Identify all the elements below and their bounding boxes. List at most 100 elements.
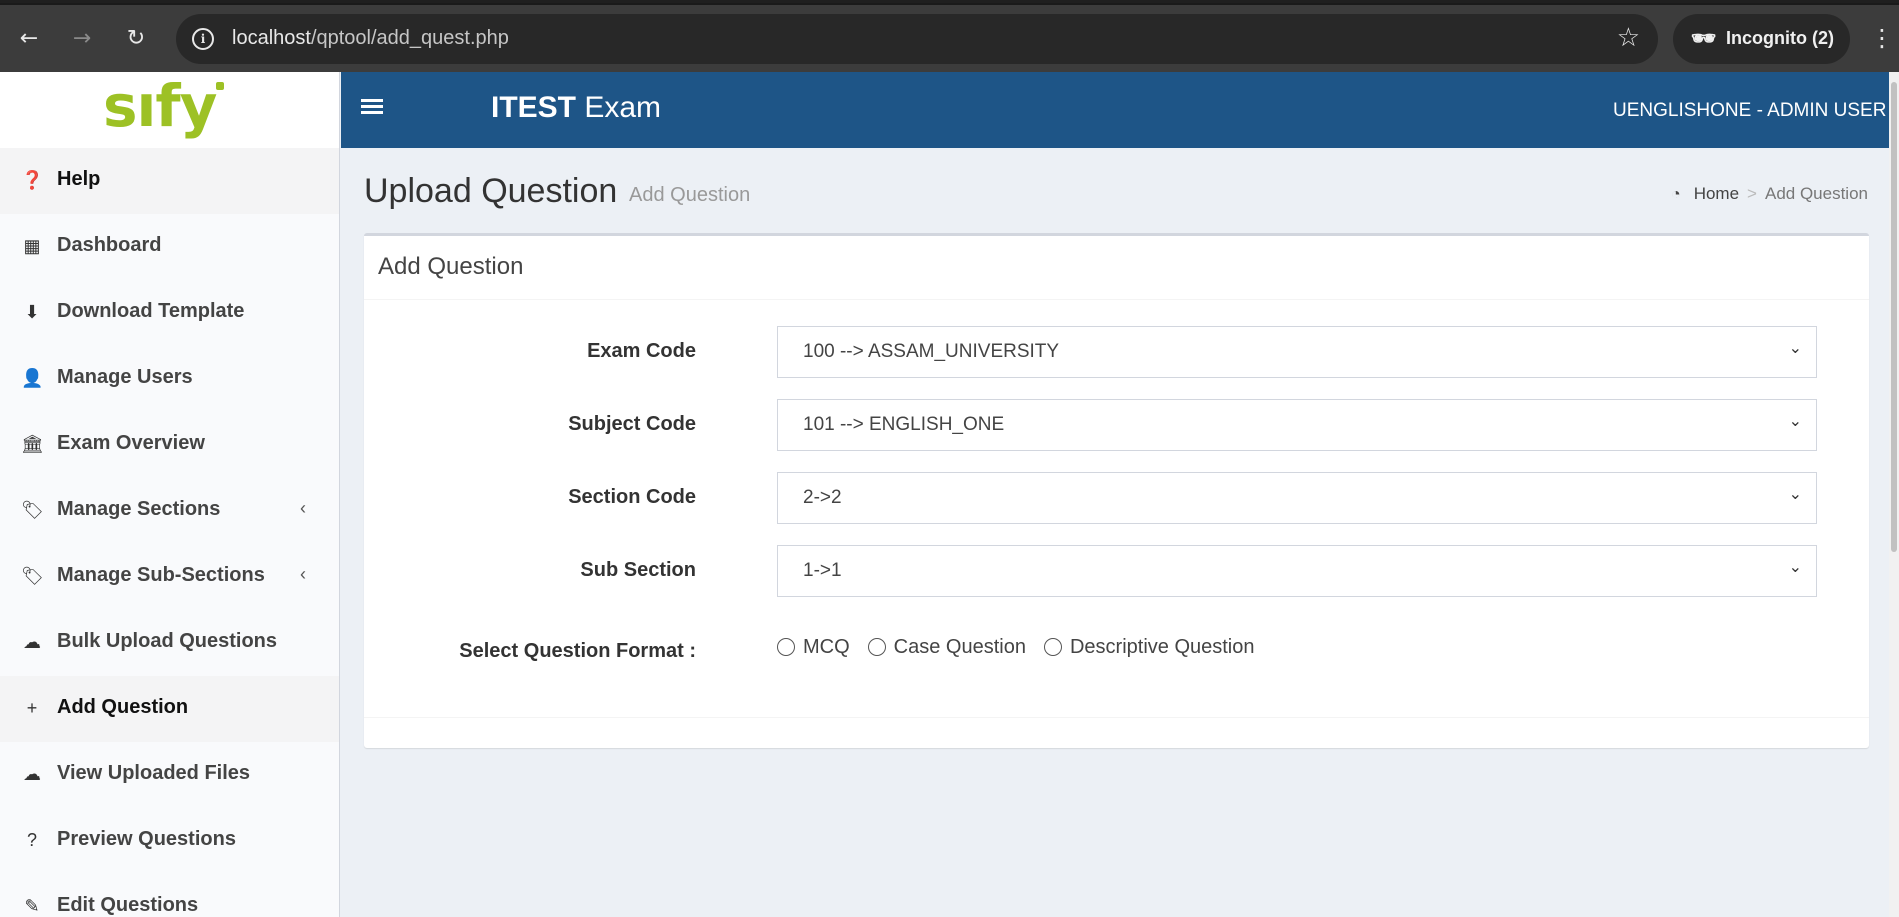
chevron-down-icon: ⌄ <box>1788 338 1802 357</box>
download-circle-icon: ⬇ <box>24 302 40 322</box>
sidebar-menu: ❓ Help ▦ Dashboard ⬇ Download Template 👤 Manage… <box>0 148 339 917</box>
sidebar-item-bulk-upload-questions[interactable]: ☁ Bulk Upload Questions <box>0 610 339 676</box>
question-circle-icon: ❓ <box>21 170 44 190</box>
radio-mcq[interactable]: MCQ <box>777 636 850 659</box>
back-arrow-icon[interactable]: ← <box>15 25 43 53</box>
sidebar-item-preview-questions[interactable]: ? Preview Questions <box>0 808 339 874</box>
bookmark-star-icon[interactable]: ☆ <box>1617 24 1640 52</box>
table-icon: ▦ <box>23 236 41 256</box>
question-format-radio-group: MCQ Case Question Descriptive Question <box>777 636 1273 659</box>
forward-arrow-icon[interactable]: → <box>68 25 96 53</box>
sidebar-item-manage-sub-sections[interactable]: 🏷 Manage Sub-Sections ‹ <box>0 544 339 610</box>
tab-strip <box>0 3 1899 5</box>
box-title: Add Question <box>378 253 524 280</box>
add-question-box: Add Question Exam Code 100 --> ASSAM_UNIV… <box>364 233 1869 748</box>
sidebar-item-manage-users[interactable]: 👤 Manage Users <box>0 346 339 412</box>
sidebar-item-download-template[interactable]: ⬇ Download Template <box>0 280 339 346</box>
exam-code-row: Exam Code 100 --> ASSAM_UNIVERSITY ⌄ <box>364 326 1869 378</box>
more-menu-icon[interactable]: ⋮ <box>1870 23 1894 53</box>
radio-button[interactable] <box>1043 638 1062 656</box>
sidebar: sıfy ❓ Help ▦ Dashboard ⬇ Download Template 👤 M… <box>0 72 340 917</box>
question-format-label: Select Question Format : <box>459 640 696 662</box>
subject-code-label: Subject Code <box>568 413 696 435</box>
brand-bold: ITEST <box>491 91 577 124</box>
sidebar-item-label: Exam Overview <box>57 432 205 454</box>
content-header: Upload Question Add Question ◔ Home > Add … <box>364 168 1868 218</box>
section-code-label: Section Code <box>568 486 696 508</box>
radio-label: Case Question <box>893 636 1026 658</box>
chevron-down-icon: ⌄ <box>1788 411 1802 430</box>
browser-toolbar: ← → ↻ i localhost/qptool/add_quest.php ☆… <box>0 0 1899 72</box>
top-header: ITEST Exam UENGLISHONE - ADMIN USER <box>341 72 1889 148</box>
sidebar-item-add-question[interactable]: + Add Question <box>0 676 339 742</box>
url-path: /qptool/add_quest.php <box>310 27 509 49</box>
app-brand[interactable]: ITEST Exam <box>491 91 661 125</box>
sidebar-item-edit-questions[interactable]: ✎ Edit Questions <box>0 874 339 917</box>
url-text[interactable]: localhost/qptool/add_quest.php <box>232 27 509 50</box>
sidebar-item-label: Manage Users <box>57 366 193 388</box>
radio-label: MCQ <box>803 636 850 658</box>
sidebar-item-exam-overview[interactable]: 🏛 Exam Overview <box>0 412 339 478</box>
page-subtitle: Add Question <box>629 184 751 206</box>
sidebar-item-label: Preview Questions <box>57 828 236 850</box>
sidebar-item-label: Bulk Upload Questions <box>57 630 278 652</box>
cloud-upload-icon: ☁ <box>23 764 41 784</box>
section-code-select[interactable]: 2->2 ⌄ <box>777 472 1817 524</box>
sidebar-item-manage-sections[interactable]: 🏷 Manage Sections ‹ <box>0 478 339 544</box>
box-header-divider <box>364 299 1869 300</box>
exam-code-select[interactable]: 100 --> ASSAM_UNIVERSITY ⌄ <box>777 326 1817 378</box>
sidebar-item-label: Help <box>57 168 101 190</box>
sidebar-item-view-uploaded-files[interactable]: ☁ View Uploaded Files <box>0 742 339 808</box>
tag-icon: 🏷 <box>21 500 44 520</box>
sify-logo[interactable]: sıfy <box>0 72 339 148</box>
reload-icon[interactable]: ↻ <box>122 25 150 53</box>
section-code-row: Section Code 2->2 ⌄ <box>364 472 1869 524</box>
scrollbar-thumb[interactable] <box>1891 82 1897 552</box>
sub-section-select[interactable]: 1->1 ⌄ <box>777 545 1817 597</box>
brand-rest: Exam <box>576 91 662 124</box>
radio-case-question[interactable]: Case Question <box>867 636 1026 659</box>
sidebar-item-label: View Uploaded Files <box>57 762 251 784</box>
breadcrumb-home[interactable]: Home <box>1694 184 1739 203</box>
chevron-down-icon: ⌄ <box>1788 557 1802 576</box>
logo-dot <box>216 82 224 90</box>
radio-button[interactable] <box>867 638 886 656</box>
chevron-down-icon: ⌄ <box>1788 484 1802 503</box>
incognito-badge[interactable]: 🕶 Incognito (2) <box>1673 14 1850 64</box>
box-footer-divider <box>364 717 1869 718</box>
radio-descriptive-question[interactable]: Descriptive Question <box>1043 636 1255 659</box>
radio-label: Descriptive Question <box>1069 636 1255 658</box>
hamburger-menu-icon[interactable] <box>361 96 383 118</box>
subject-code-selected-value: 101 --> ENGLISH_ONE <box>803 414 1005 435</box>
breadcrumb: ◔ Home > Add Question <box>1671 184 1868 204</box>
chevron-left-icon[interactable]: ‹ <box>300 498 306 519</box>
sidebar-item-label: Add Question <box>57 696 189 718</box>
chevron-left-icon[interactable]: ‹ <box>300 564 306 585</box>
vertical-scrollbar[interactable] <box>1889 72 1899 917</box>
sub-section-label: Sub Section <box>580 559 696 581</box>
edit-icon: ✎ <box>24 896 40 916</box>
sidebar-item-label: Manage Sub-Sections <box>57 564 265 586</box>
subject-code-select[interactable]: 101 --> ENGLISH_ONE ⌄ <box>777 399 1817 451</box>
sub-section-selected-value: 1->1 <box>803 560 842 581</box>
user-menu[interactable]: UENGLISHONE - ADMIN USER <box>1613 100 1886 122</box>
subject-code-row: Subject Code 101 --> ENGLISH_ONE ⌄ <box>364 399 1869 451</box>
exam-code-label: Exam Code <box>587 340 696 362</box>
dashboard-icon: ◔ <box>1670 186 1681 203</box>
breadcrumb-separator: > <box>1747 184 1757 203</box>
sidebar-item-dashboard[interactable]: ▦ Dashboard <box>0 214 339 280</box>
page-title: Upload Question <box>364 172 618 210</box>
address-bar[interactable]: i localhost/qptool/add_quest.php ☆ <box>176 14 1658 64</box>
tags-icon: 🏷 <box>21 566 44 586</box>
user-icon: 👤 <box>21 368 44 388</box>
incognito-label: Incognito (2) <box>1726 28 1834 48</box>
site-info-icon[interactable]: i <box>192 28 214 50</box>
section-code-selected-value: 2->2 <box>803 487 842 508</box>
sidebar-item-label: Dashboard <box>57 234 162 256</box>
radio-button[interactable] <box>777 638 795 656</box>
sidebar-item-label: Edit Questions <box>57 894 199 916</box>
cloud-upload-icon: ☁ <box>23 632 41 652</box>
sidebar-item-help[interactable]: ❓ Help <box>0 148 339 214</box>
plus-icon: + <box>26 698 38 718</box>
sidebar-item-label: Manage Sections <box>57 498 221 520</box>
